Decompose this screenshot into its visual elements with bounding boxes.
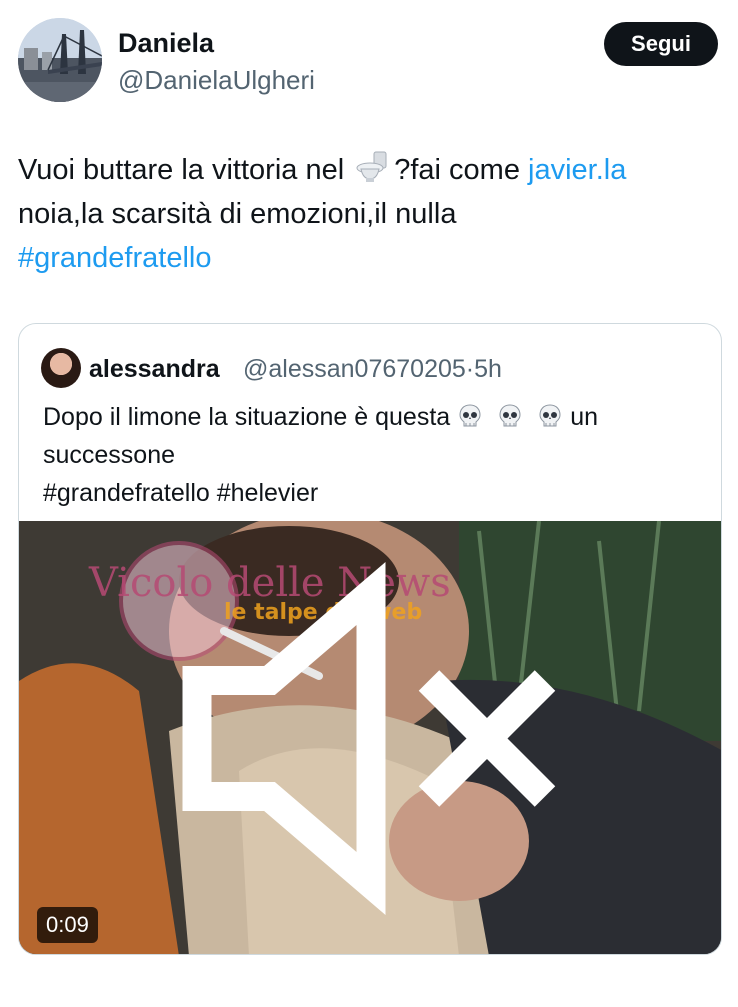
author-avatar[interactable] xyxy=(18,18,102,102)
quoted-text-line1-end: un xyxy=(570,403,599,431)
tweet-text-part2: ?fai come xyxy=(394,154,529,186)
quoted-text-line1: Dopo il limone la situazione è questa xyxy=(43,403,451,431)
tweet-body: Vuoi buttare la vittoria nel ?fai come j… xyxy=(18,148,718,280)
mention-link[interactable]: javier.la xyxy=(528,154,626,186)
follow-button[interactable]: Segui xyxy=(604,22,718,66)
quoted-text-line2: successone xyxy=(43,441,176,469)
tweet-text-line2: noia,la scarsità di emozioni,il nulla xyxy=(18,198,457,230)
author-name[interactable]: Daniela xyxy=(118,28,214,59)
quoted-author-avatar[interactable] xyxy=(41,348,81,388)
hashtag-link[interactable]: #grandefratello xyxy=(18,242,211,274)
author-handle[interactable]: @DanielaUlgheri xyxy=(118,65,315,96)
quoted-author-name[interactable]: alessandra xyxy=(89,355,220,384)
tweet-text-part1: Vuoi buttare la vittoria nel xyxy=(18,154,345,186)
tweet-header: Daniela @DanielaUlgheri Segui xyxy=(18,18,718,104)
skull-emoji-icon xyxy=(499,404,521,427)
video-player[interactable]: Vicolo delle News le talpe del web 0:09 xyxy=(19,521,722,955)
skull-emoji-icon xyxy=(459,404,481,427)
bridge-photo-icon xyxy=(18,18,102,102)
quoted-text: Dopo il limone la situazione è questa un … xyxy=(43,398,703,512)
quoted-author-meta[interactable]: @alessan07670205·5h xyxy=(243,355,502,384)
quoted-tweet[interactable]: alessandra @alessan07670205·5h Dopo il l… xyxy=(18,323,722,955)
quoted-hashtags[interactable]: #grandefratello #helevier xyxy=(43,479,318,507)
skull-emoji-icon xyxy=(539,404,561,427)
speaker-muted-icon[interactable] xyxy=(19,521,722,955)
toilet-emoji-icon xyxy=(356,151,387,182)
